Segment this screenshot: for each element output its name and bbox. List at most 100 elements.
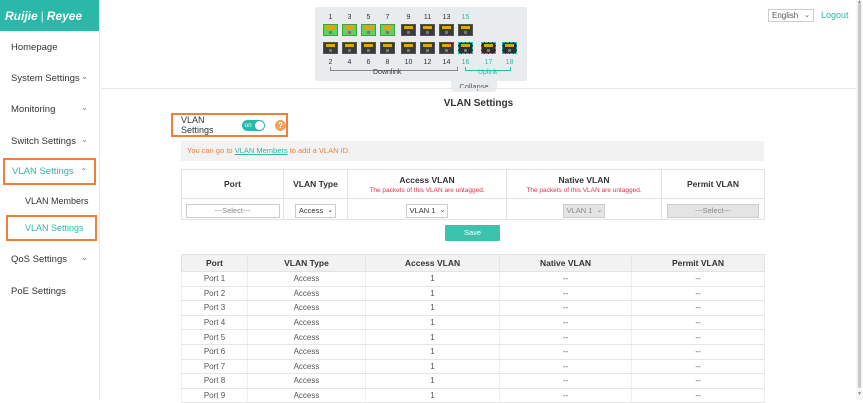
port-17[interactable] [481, 42, 496, 54]
access-vlan-cell: VLAN 1 ⌄ [347, 198, 507, 220]
native-vlan-hint: The packets of this VLAN are untagged. [526, 186, 642, 194]
toggle-state: on [244, 121, 252, 129]
cell-permit-vlan: -- [631, 300, 765, 316]
cell-vlan-type: Access [247, 344, 366, 360]
sidebar-item-label: VLAN Settings [25, 223, 84, 233]
port-9[interactable] [401, 24, 416, 36]
sidebar-item-poe-settings[interactable]: PoE Settings [0, 280, 100, 302]
port-12[interactable] [420, 42, 435, 54]
cell-access-vlan: 1 [365, 300, 500, 316]
col-port: Port [181, 169, 284, 199]
port-number: 5 [366, 14, 371, 21]
vlan-type-value: Access [298, 206, 324, 215]
cell-permit-vlan: -- [631, 344, 765, 360]
logo-separator: | [40, 8, 44, 23]
col-native-vlan: Native VLAN [499, 254, 632, 272]
help-icon[interactable]: ? [275, 119, 286, 131]
collapse-button[interactable]: Collapse [451, 81, 497, 92]
sidebar: Ruijie | Reyee Homepage System Settings … [0, 0, 100, 400]
toggle-knob [255, 120, 265, 130]
chevron-down-icon: ⌄ [596, 207, 603, 214]
toggle-label: VLAN Settings [181, 115, 214, 135]
access-vlan-select[interactable]: VLAN 1 ⌄ [405, 204, 449, 218]
page-title: VLAN Settings [443, 98, 514, 109]
port-10[interactable] [401, 42, 416, 54]
col-vlan-type: VLAN Type [283, 169, 348, 199]
port-11[interactable] [420, 24, 435, 36]
language-select[interactable]: English ⌄ [768, 9, 814, 22]
cell-native-vlan: -- [499, 329, 632, 345]
uplink-label: Uplink [478, 69, 498, 76]
sidebar-item-switch-settings[interactable]: Switch Settings ⌄ [0, 130, 100, 152]
port-number: 17 [484, 59, 493, 66]
port-number: 4 [347, 59, 352, 66]
vlan-settings-toggle[interactable]: on [241, 119, 266, 131]
cell-permit-vlan: -- [631, 373, 765, 389]
chevron-down-icon: ⌄ [81, 72, 88, 81]
notice-text-before: You can go to [187, 146, 235, 155]
header-divider [101, 88, 856, 89]
port-number: 1 [328, 14, 333, 21]
scroll-up-arrow-icon[interactable]: ▲ [856, 0, 863, 5]
table-row: Port 8 Access 1 -- -- [181, 373, 765, 389]
permit-vlan-select: ---Select--- [667, 204, 759, 218]
sidebar-item-system-settings[interactable]: System Settings ⌄ [0, 67, 100, 89]
port-2[interactable] [323, 42, 338, 54]
table-row: Port 5 Access 1 -- -- [181, 329, 765, 345]
port-number: 12 [423, 59, 432, 66]
table-row: Port 3 Access 1 -- -- [181, 300, 765, 316]
scrollbar-thumb[interactable] [858, 3, 861, 388]
sidebar-item-vlan-members[interactable]: VLAN Members [0, 190, 100, 212]
port-5[interactable] [361, 24, 376, 36]
notice-banner: You can go to VLAN Members to add a VLAN… [181, 141, 764, 161]
logo-reyee: Reyee [46, 8, 83, 23]
sidebar-item-label: PoE Settings [11, 285, 66, 297]
cell-port: Port 2 [181, 286, 248, 302]
switch-port-panel: 1 3 5 7 9 11 13 15 2 4 6 8 10 12 14 16 1… [315, 7, 527, 81]
scroll-down-arrow-icon[interactable]: ▼ [856, 391, 863, 397]
vlan-type-select[interactable]: Access ⌄ [294, 204, 337, 218]
port-1[interactable] [323, 24, 338, 36]
sidebar-item-qos-settings[interactable]: QoS Settings ⌄ [0, 248, 100, 270]
port-select[interactable]: ---Select--- [185, 204, 280, 218]
port-8[interactable] [380, 42, 395, 54]
downlink-label: Downlink [373, 69, 402, 76]
vlan-list-body: Port 1 Access 1 -- -- Port 2 Access 1 -- -- Port… [181, 271, 765, 403]
port-13[interactable] [439, 24, 454, 36]
table-row: Port 1 Access 1 -- -- [181, 271, 765, 287]
cell-access-vlan: 1 [365, 315, 500, 331]
port-14[interactable] [439, 42, 454, 54]
chevron-down-icon: ⌄ [81, 253, 88, 262]
save-button[interactable]: Save [445, 225, 500, 241]
cell-permit-vlan: -- [631, 359, 765, 375]
cell-port: Port 6 [181, 344, 248, 360]
port-4[interactable] [342, 42, 357, 54]
port-7[interactable] [380, 24, 395, 36]
access-vlan-header: Access VLAN [399, 174, 455, 185]
vlan-members-link[interactable]: VLAN Members [235, 146, 288, 155]
port-6[interactable] [361, 42, 376, 54]
cell-access-vlan: 1 [365, 359, 500, 375]
sidebar-item-vlan-settings[interactable]: VLAN Settings ⌃ [3, 158, 96, 185]
sidebar-item-label: Monitoring [11, 103, 56, 115]
chevron-down-icon: ⌄ [81, 103, 88, 112]
port-15[interactable] [458, 24, 473, 36]
cell-vlan-type: Access [247, 315, 366, 331]
chevron-down-icon: ⌄ [804, 12, 810, 19]
sidebar-item-monitoring[interactable]: Monitoring ⌄ [0, 98, 100, 120]
port-number: 18 [505, 59, 514, 66]
sidebar-item-homepage[interactable]: Homepage [0, 36, 100, 58]
logout-link[interactable]: Logout [821, 10, 849, 20]
table-row: Port 4 Access 1 -- -- [181, 315, 765, 331]
port-16[interactable] [458, 42, 473, 54]
port-3[interactable] [342, 24, 357, 36]
cell-port: Port 3 [181, 300, 248, 316]
cell-permit-vlan: -- [631, 329, 765, 345]
cell-native-vlan: -- [499, 271, 632, 287]
sidebar-item-vlan-settings-sub[interactable]: VLAN Settings [6, 215, 97, 241]
brand-logo: Ruijie | Reyee [0, 0, 99, 31]
chevron-up-icon: ⌃ [80, 167, 87, 176]
port-number: 8 [385, 59, 390, 66]
cell-access-vlan: 1 [365, 388, 500, 403]
port-18[interactable] [502, 42, 517, 54]
